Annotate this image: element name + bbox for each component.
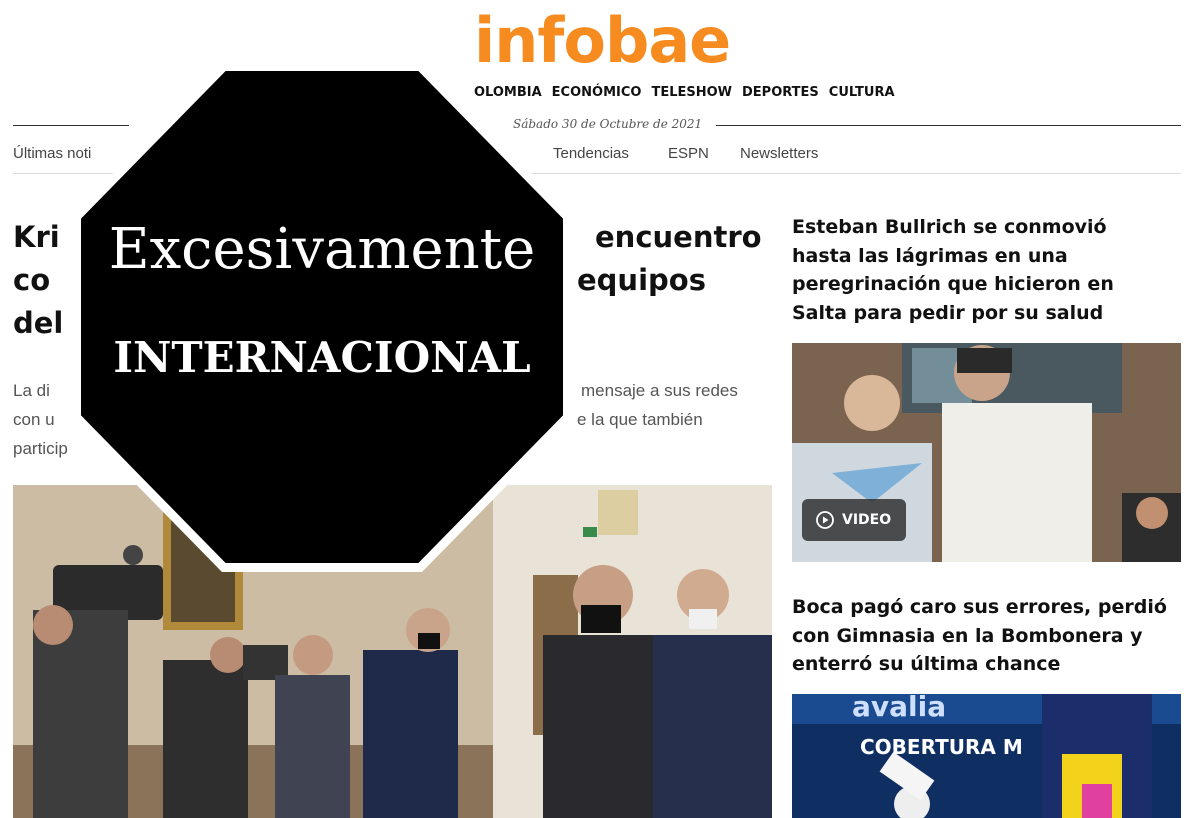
video-badge[interactable]: VIDEO: [802, 499, 906, 541]
side-headline-1[interactable]: Esteban Bullrich se conmovió hasta las l…: [792, 213, 1172, 327]
divider-left: [13, 125, 129, 126]
top-nav-item-cultura[interactable]: CULTURA: [829, 85, 895, 100]
boca-match-photo: avalia COBERTURA M: [792, 694, 1181, 818]
top-nav-item-colombia[interactable]: OLOMBIA: [474, 85, 542, 100]
headline-fragment: Kri: [13, 220, 60, 254]
top-nav-item-teleshow[interactable]: TELESHOW: [651, 85, 732, 100]
headline-fragment: co: [13, 263, 51, 297]
summary-fragment: e la que también: [577, 410, 703, 429]
summary-fragment: con u: [13, 410, 55, 429]
top-nav-item-deportes[interactable]: DEPORTES: [742, 85, 819, 100]
section-nav-ultimas[interactable]: Últimas noti: [13, 145, 91, 162]
side-story-2-image[interactable]: avalia COBERTURA M: [792, 694, 1181, 818]
summary-fragment: particip: [13, 439, 68, 458]
stadium-sign-text: COBERTURA M: [860, 735, 1023, 759]
side-headline-2[interactable]: Boca pagó caro sus errores, perdió con G…: [792, 593, 1172, 679]
overlay-octagon: Excesivamente INTERNACIONAL: [72, 62, 572, 572]
section-nav-espn[interactable]: ESPN: [668, 145, 709, 162]
top-nav: OLOMBIA ECONÓMICO TELESHOW DEPORTES CULT…: [474, 85, 895, 100]
top-nav-item-economico[interactable]: ECONÓMICO: [552, 85, 642, 100]
section-nav-newsletters[interactable]: Newsletters: [740, 145, 818, 162]
current-date: Sábado 30 de Octubre de 2021: [513, 117, 703, 131]
overlay-octagon-fill: Excesivamente INTERNACIONAL: [81, 71, 563, 563]
headline-fragment: encuentro: [595, 220, 762, 254]
summary-fragment: La di: [13, 381, 50, 400]
video-badge-label: VIDEO: [842, 512, 892, 528]
overlay-word-1: Excesivamente: [108, 217, 536, 282]
overlay-word-2: INTERNACIONAL: [113, 333, 531, 382]
headline-fragment: equipos: [577, 263, 706, 297]
divider-right: [716, 125, 1181, 126]
site-logo[interactable]: infobae: [474, 6, 731, 76]
summary-fragment: mensaje a sus redes: [581, 381, 738, 400]
play-icon: [816, 511, 834, 529]
svg-text:avalia: avalia: [852, 694, 946, 723]
headline-fragment: del: [13, 306, 64, 340]
section-nav-tendencias[interactable]: Tendencias: [553, 145, 629, 162]
side-story-1-image[interactable]: VIDEO: [792, 343, 1181, 562]
